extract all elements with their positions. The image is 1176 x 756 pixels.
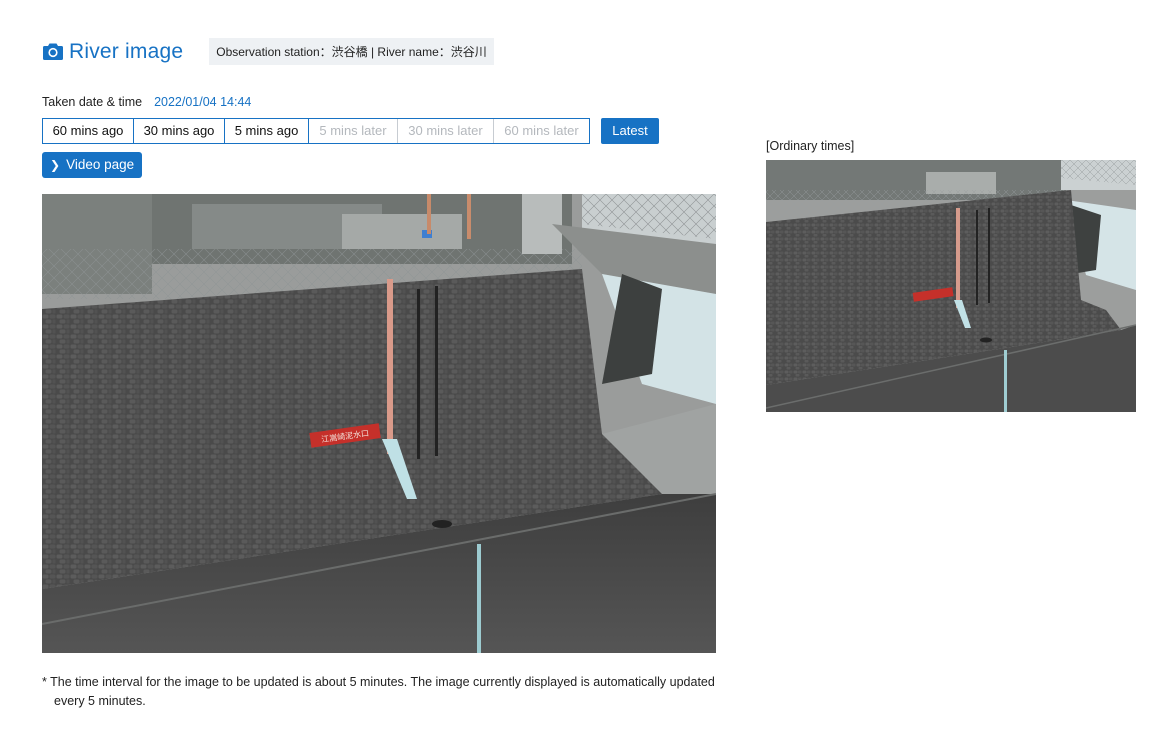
30-mins-ago-button[interactable]: 30 mins ago	[134, 119, 225, 143]
taken-date-label: Taken date & time	[42, 95, 143, 109]
ordinary-times-image	[766, 160, 1136, 412]
60-mins-ago-button[interactable]: 60 mins ago	[43, 119, 134, 143]
river-camera-image: 江嵩崎泥水口	[42, 194, 716, 653]
chevron-right-icon: ❯	[50, 158, 61, 172]
ordinary-times-caption: [Ordinary times]	[766, 139, 855, 153]
time-navigation: 60 mins ago 30 mins ago 5 mins ago 5 min…	[42, 118, 590, 144]
camera-icon	[42, 41, 64, 63]
title-row: River image Observation station：渋谷橋 | Ri…	[42, 38, 494, 65]
station-info: Observation station：渋谷橋 | River name：渋谷川	[209, 38, 494, 65]
60-mins-later-button[interactable]: 60 mins later	[494, 119, 589, 143]
video-page-button[interactable]: ❯ Video page	[42, 152, 143, 178]
latest-button[interactable]: Latest	[601, 118, 659, 144]
5-mins-later-button[interactable]: 5 mins later	[309, 119, 398, 143]
update-note: * The time interval for the image to be …	[42, 675, 715, 708]
taken-date-value: 2022/01/04 14:44	[154, 95, 252, 109]
taken-date-row: Taken date & time 2022/01/04 14:44	[42, 95, 251, 109]
video-page-label: Video page	[66, 157, 135, 172]
page-title: River image	[69, 39, 184, 63]
5-mins-ago-button[interactable]: 5 mins ago	[225, 119, 309, 143]
30-mins-later-button[interactable]: 30 mins later	[398, 119, 494, 143]
